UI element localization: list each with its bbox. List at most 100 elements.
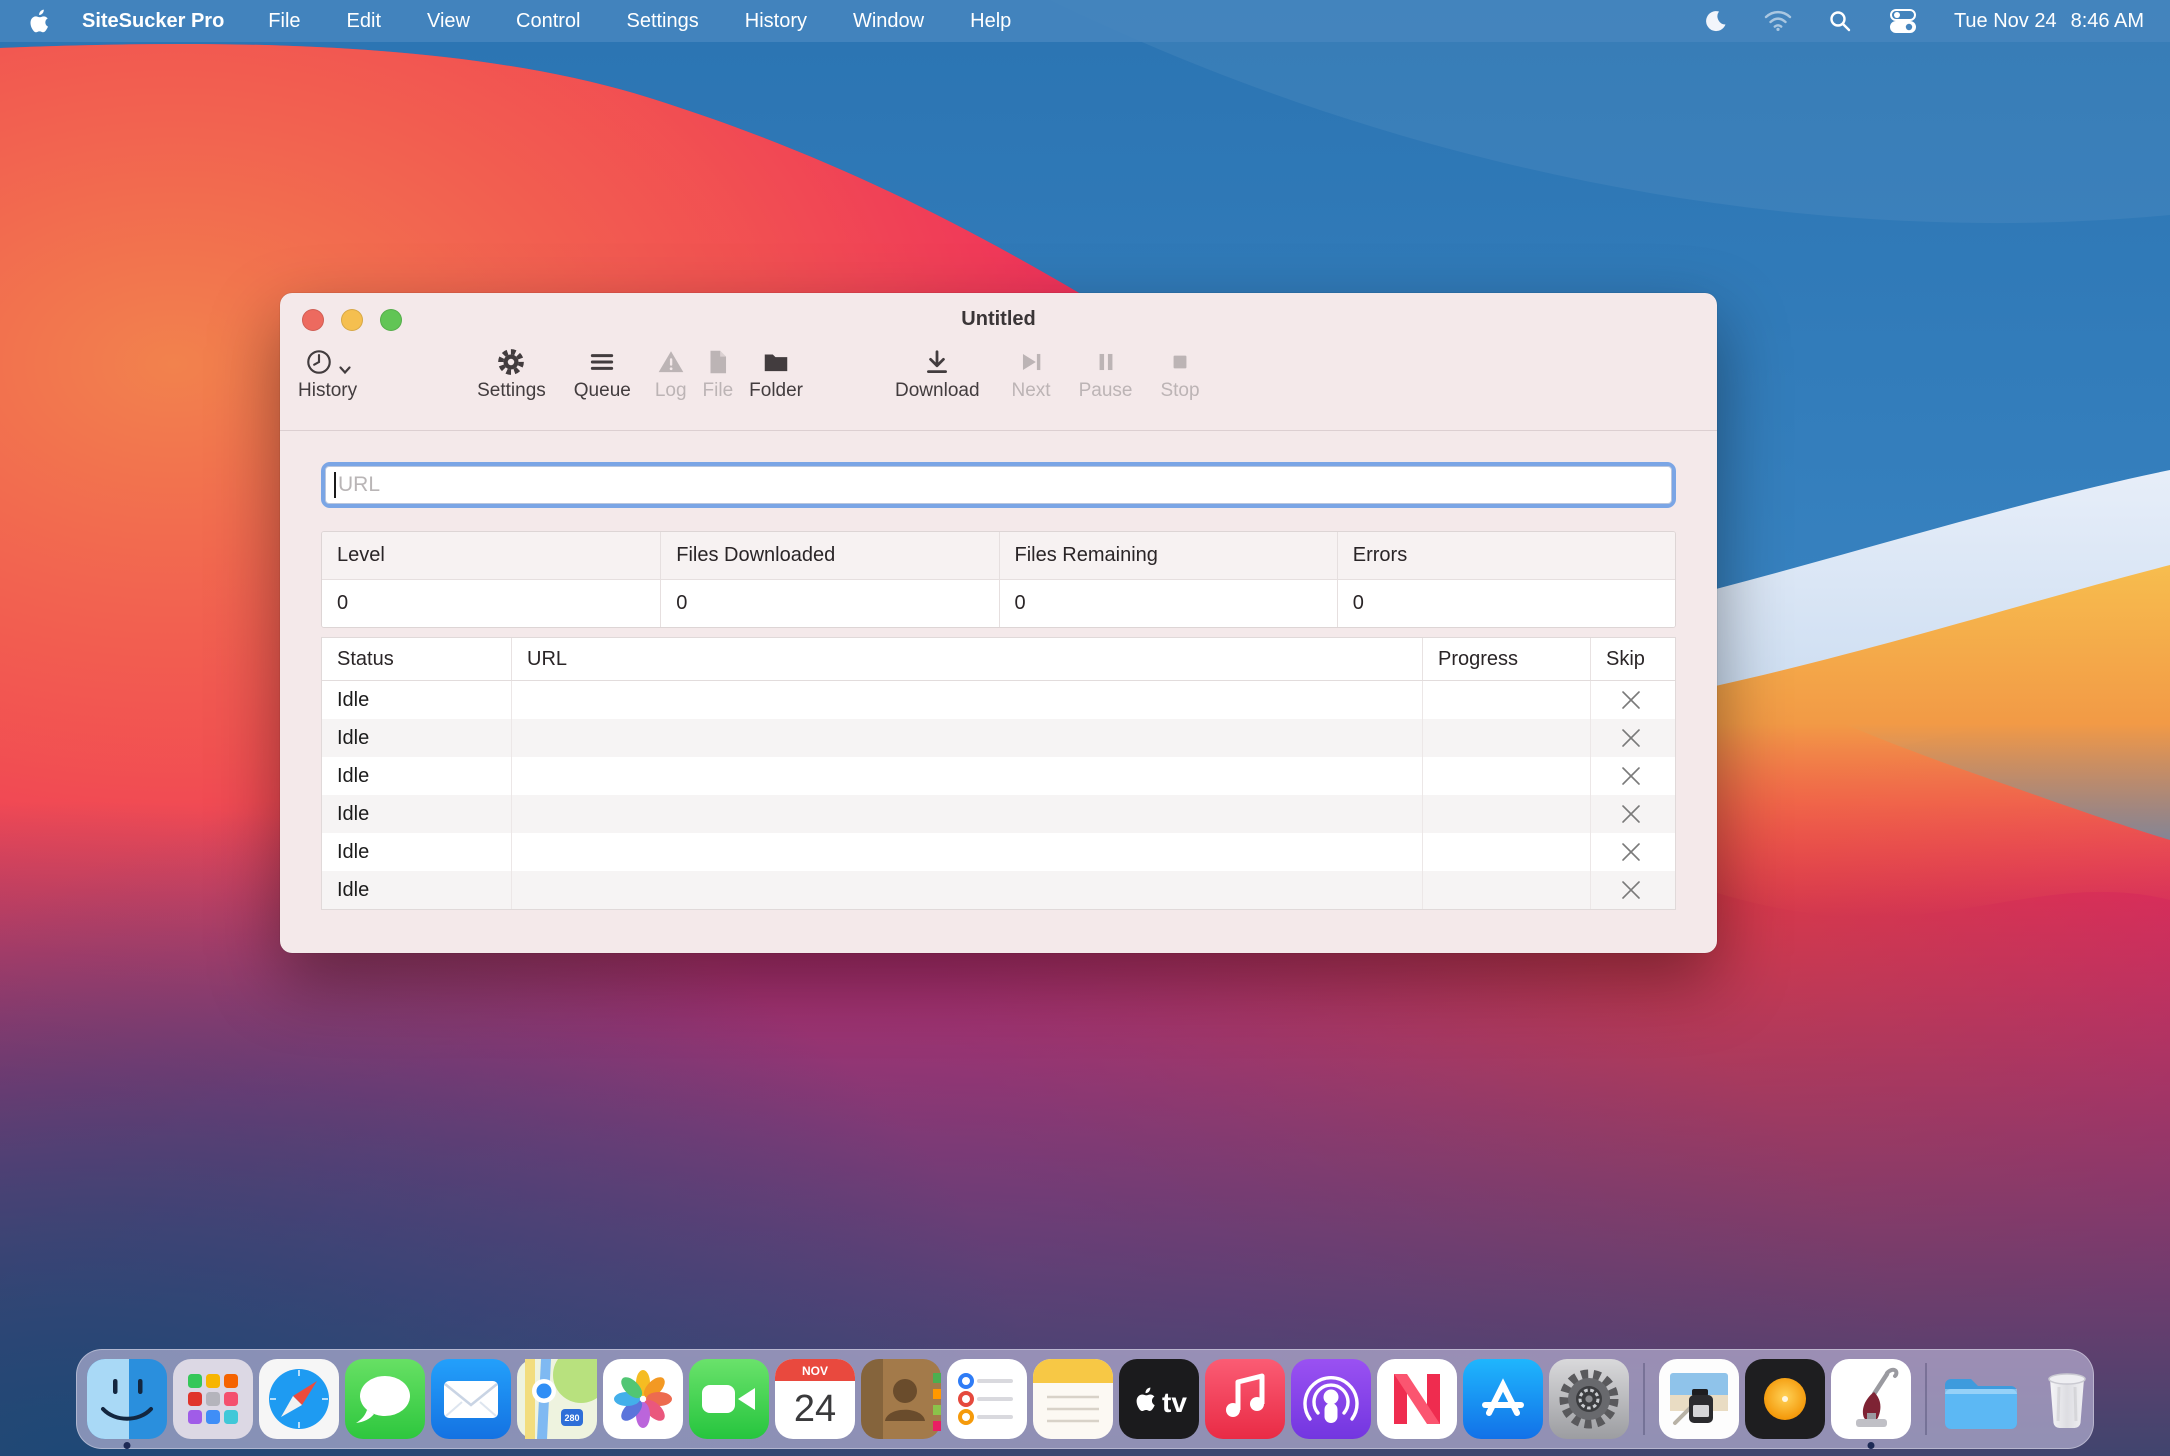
dock-safari[interactable] [259, 1359, 339, 1439]
queue-header-url[interactable]: URL [511, 638, 1422, 680]
skip-next-icon [1016, 347, 1046, 377]
queue-row-progress [1422, 719, 1590, 757]
queue-row[interactable]: Idle [322, 833, 1675, 871]
dock-image-utility[interactable] [1659, 1359, 1739, 1439]
dock-disc-utility[interactable] [1745, 1359, 1825, 1439]
dock-calendar[interactable]: NOV 24 [775, 1359, 855, 1439]
toolbar-log-button[interactable]: Log [655, 345, 687, 402]
toolbar-queue-button[interactable]: Queue [574, 345, 631, 402]
dock-photos[interactable] [603, 1359, 683, 1439]
menu-help[interactable]: Help [970, 10, 1011, 33]
dock-divider [1643, 1363, 1645, 1435]
queue-row-status: Idle [322, 833, 511, 871]
dock-app-store[interactable] [1463, 1359, 1543, 1439]
dock-downloads-folder[interactable] [1941, 1359, 2021, 1439]
queue-row-url [511, 871, 1422, 909]
download-arrow-icon [922, 347, 952, 377]
dock-finder[interactable] [87, 1359, 167, 1439]
clock-icon [304, 347, 334, 377]
menu-edit[interactable]: Edit [347, 10, 381, 33]
skip-button[interactable] [1590, 681, 1671, 719]
queue-header-status[interactable]: Status [322, 638, 511, 680]
menubar-clock[interactable]: Tue Nov 24 8:46 AM [1954, 10, 2144, 33]
queue-row-status: Idle [322, 795, 511, 833]
queue-row[interactable]: Idle [322, 757, 1675, 795]
x-icon [1619, 802, 1643, 826]
dock-reminders[interactable] [947, 1359, 1027, 1439]
toolbar-pause-button[interactable]: Pause [1079, 345, 1133, 402]
chevron-down-icon [338, 363, 352, 377]
queue-header-progress[interactable]: Progress [1422, 638, 1590, 680]
skip-button[interactable] [1590, 871, 1671, 909]
toolbar-folder-button[interactable]: Folder [749, 345, 803, 402]
toolbar: History Settings Queue [280, 345, 1717, 431]
skip-button[interactable] [1590, 795, 1671, 833]
apple-logo-icon [28, 8, 50, 34]
dock: 280 NOV [76, 1349, 2094, 1449]
queue-row-url [511, 833, 1422, 871]
menu-control[interactable]: Control [516, 10, 580, 33]
skip-button[interactable] [1590, 833, 1671, 871]
stats-value-files-downloaded: 0 [660, 580, 998, 627]
svg-text:NOV: NOV [802, 1364, 828, 1378]
svg-text:280: 280 [564, 1413, 579, 1423]
dock-launchpad[interactable] [173, 1359, 253, 1439]
queue-row[interactable]: Idle [322, 681, 1675, 719]
queue-row-url [511, 719, 1422, 757]
menu-settings[interactable]: Settings [626, 10, 698, 33]
menubar-app-name[interactable]: SiteSucker Pro [82, 10, 224, 33]
dock-facetime[interactable] [689, 1359, 769, 1439]
toolbar-next-button[interactable]: Next [1012, 345, 1051, 402]
url-input[interactable] [325, 466, 1672, 504]
queue-row-url [511, 795, 1422, 833]
dock-trash[interactable] [2027, 1359, 2107, 1439]
x-icon [1619, 688, 1643, 712]
queue-row-progress [1422, 681, 1590, 719]
do-not-disturb-moon-icon[interactable] [1704, 9, 1728, 33]
stats-header-files-remaining: Files Remaining [999, 532, 1337, 579]
dock-system-preferences[interactable] [1549, 1359, 1629, 1439]
dock-maps[interactable]: 280 [517, 1359, 597, 1439]
title-bar[interactable]: Untitled [280, 293, 1717, 345]
stats-header-level: Level [322, 532, 660, 579]
queue-row[interactable]: Idle [322, 795, 1675, 833]
toolbar-download-button[interactable]: Download [895, 345, 980, 402]
apple-menu[interactable] [26, 8, 52, 34]
queue-header-skip[interactable]: Skip [1590, 638, 1671, 680]
queue-row[interactable]: Idle [322, 871, 1675, 909]
queue-row-progress [1422, 871, 1590, 909]
dock-mail[interactable] [431, 1359, 511, 1439]
stats-value-files-remaining: 0 [999, 580, 1337, 627]
stats-value-level: 0 [322, 580, 660, 627]
toolbar-settings-button[interactable]: Settings [477, 345, 546, 402]
x-icon [1619, 726, 1643, 750]
menu-history[interactable]: History [745, 10, 807, 33]
dock-messages[interactable] [345, 1359, 425, 1439]
warning-triangle-icon [656, 347, 686, 377]
dock-music[interactable] [1205, 1359, 1285, 1439]
dock-apple-tv[interactable]: tv [1119, 1359, 1199, 1439]
menu-window[interactable]: Window [853, 10, 924, 33]
menu-view[interactable]: View [427, 10, 470, 33]
spotlight-search-icon[interactable] [1828, 9, 1852, 33]
dock-contacts[interactable] [861, 1359, 941, 1439]
queue-row[interactable]: Idle [322, 719, 1675, 757]
toolbar-history-button[interactable]: History [298, 345, 357, 402]
dock-divider [1925, 1363, 1927, 1435]
stats-header-errors: Errors [1337, 532, 1675, 579]
skip-button[interactable] [1590, 757, 1671, 795]
control-center-icon[interactable] [1888, 8, 1918, 34]
dock-news[interactable] [1377, 1359, 1457, 1439]
dock-podcasts[interactable] [1291, 1359, 1371, 1439]
toolbar-stop-button[interactable]: Stop [1160, 345, 1199, 402]
dock-sitesucker[interactable] [1831, 1359, 1911, 1439]
dock-notes[interactable] [1033, 1359, 1113, 1439]
menu-file[interactable]: File [268, 10, 300, 33]
queue-row-status: Idle [322, 757, 511, 795]
queue-row-url [511, 757, 1422, 795]
toolbar-file-button[interactable]: File [703, 345, 734, 402]
folder-icon [761, 347, 791, 377]
skip-button[interactable] [1590, 719, 1671, 757]
wifi-icon[interactable] [1764, 10, 1792, 32]
stop-square-icon [1165, 347, 1195, 377]
